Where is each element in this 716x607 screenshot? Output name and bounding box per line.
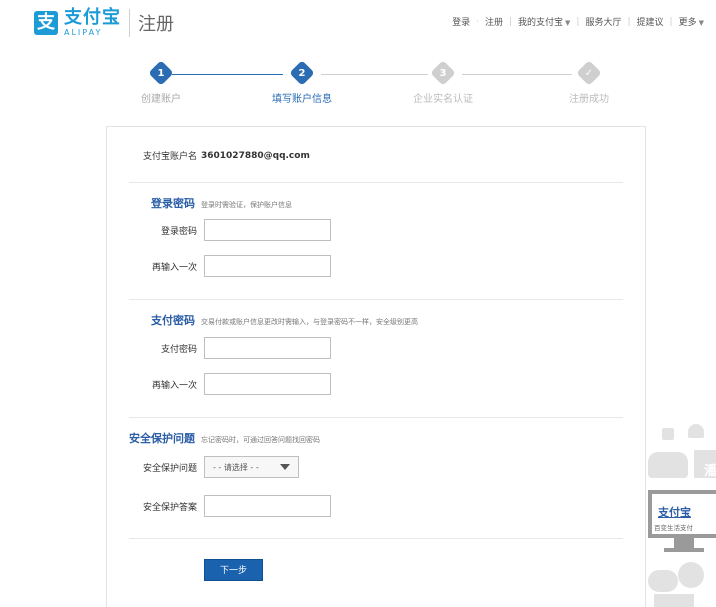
logo-chinese-name: 支付宝 (64, 7, 121, 28)
step-4-label: 注册成功 (569, 94, 609, 105)
nav-my-alipay-label: 我的支付宝 (518, 18, 564, 28)
registration-progress: 1 创建账户 2 填写账户信息 3 企业实名认证 ✓ 注册成功 (0, 60, 716, 114)
ad-slogan: 百变生活支付 (654, 524, 693, 532)
login-password-section-hint: 登录时需验证，保护账户信息 (201, 201, 292, 209)
nav-more-menu[interactable]: 更多 ▼ (673, 15, 710, 28)
section-divider (129, 417, 623, 418)
security-question-selected: - - 请选择 - - (213, 462, 259, 472)
nav-suggestions-link[interactable]: 提建议 (631, 15, 670, 28)
pay-password-section-hint: 交易付款或账户信息更改时需输入，与登录密码不一样，安全级别更高 (201, 318, 418, 326)
step-1-label: 创建账户 (141, 94, 181, 105)
security-answer-label: 安全保护答案 (142, 502, 197, 513)
nav-login-link[interactable]: 登录 (446, 15, 476, 28)
step-3-label: 企业实名认证 (413, 94, 473, 105)
hands-icon (648, 452, 688, 478)
top-navigation: 登录 · 注册 | 我的支付宝 ▼ | 服务大厅 | 提建议 | 更多 ▼ (446, 15, 710, 29)
section-divider (129, 182, 623, 183)
ad-brand: 支付宝 (658, 506, 691, 519)
top-header: 支 支付宝 ALIPAY 注册 登录 · 注册 | 我的支付宝 ▼ | 服务大厅 … (0, 0, 716, 50)
step-2-marker: 2 (289, 60, 315, 86)
check-icon: ✓ (584, 67, 594, 79)
pay-password-section-header: 支付密码 交易付款或账户信息更改时需输入，与登录密码不一样，安全级别更高 (151, 312, 418, 328)
account-name-value: 3601027880@qq.com (201, 150, 310, 161)
building-icon (654, 594, 694, 607)
step-enterprise-verification: 3 企业实名认证 (403, 60, 483, 105)
security-question-label: 安全保护问题 (142, 463, 197, 474)
login-password-label: 登录密码 (160, 226, 197, 237)
pay-password-row: 支付密码 (107, 337, 331, 359)
pay-password-confirm-input[interactable] (204, 373, 331, 395)
security-answer-row: 安全保护答案 (107, 495, 331, 517)
chevron-down-icon: ▼ (698, 19, 704, 27)
next-step-button[interactable]: 下一步 (204, 559, 263, 581)
dropdown-arrow-icon (280, 464, 290, 470)
lock-icon (662, 428, 674, 440)
step-2-number: 2 (298, 67, 306, 79)
ad-glyph: 潘 (704, 464, 716, 479)
step-registration-success: ✓ 注册成功 (549, 60, 629, 105)
nav-my-alipay-menu[interactable]: 我的支付宝 ▼ (512, 15, 576, 28)
logo-divider (129, 8, 130, 37)
pay-password-section-title: 支付密码 (151, 314, 195, 327)
account-name-label: 支付宝账户名 (142, 152, 197, 162)
step-4-marker: ✓ (576, 60, 602, 86)
security-question-select[interactable]: - - 请选择 - - (204, 456, 299, 478)
nav-service-hall-link[interactable]: 服务大厅 (579, 15, 627, 28)
cloud-icon (648, 570, 678, 592)
account-name-row: 支付宝账户名 3601027880@qq.com (107, 149, 310, 163)
security-answer-input[interactable] (204, 495, 331, 517)
heart-icon (688, 424, 704, 438)
pay-password-confirm-row: 再输入一次 (107, 373, 331, 395)
step-1-marker: 1 (148, 60, 174, 86)
alipay-logo[interactable]: 支 支付宝 ALIPAY 注册 (34, 8, 174, 37)
alipay-logo-text: 支付宝 ALIPAY (64, 7, 121, 38)
pay-password-input[interactable] (204, 337, 331, 359)
nav-register-link[interactable]: 注册 (479, 15, 509, 28)
pay-password-confirm-label: 再输入一次 (151, 380, 197, 391)
login-password-section-title: 登录密码 (151, 197, 195, 210)
login-password-confirm-row: 再输入一次 (107, 255, 331, 277)
security-question-section-title: 安全保护问题 (129, 432, 195, 445)
logo-english-name: ALIPAY (64, 28, 103, 37)
lightning-icon (678, 562, 704, 588)
step-create-account: 1 创建账户 (121, 60, 201, 105)
monitor-stand (674, 538, 694, 548)
monitor-base (664, 548, 704, 552)
login-password-input[interactable] (204, 219, 331, 241)
step-3-number: 3 (439, 67, 447, 79)
step-2-label: 填写账户信息 (272, 94, 332, 105)
alipay-logo-icon: 支 (34, 10, 58, 35)
step-3-marker: 3 (430, 60, 456, 86)
chevron-down-icon: ▼ (565, 19, 571, 27)
security-question-row: 安全保护问题 - - 请选择 - - (107, 456, 299, 478)
login-password-confirm-input[interactable] (204, 255, 331, 277)
registration-form-card: 支付宝账户名 3601027880@qq.com 登录密码 登录时需验证，保护账… (106, 126, 646, 607)
page-title: 注册 (138, 13, 174, 35)
login-password-confirm-label: 再输入一次 (151, 262, 197, 273)
login-password-row: 登录密码 (107, 219, 331, 241)
login-password-section-header: 登录密码 登录时需验证，保护账户信息 (151, 195, 292, 211)
step-fill-account-info: 2 填写账户信息 (262, 60, 342, 105)
section-divider (129, 538, 623, 539)
side-advertisement[interactable]: 潘 支付宝 百变生活支付 (648, 420, 716, 607)
section-divider (129, 299, 623, 300)
step-1-number: 1 (157, 67, 165, 79)
security-question-section-header: 安全保护问题 忘记密码时，可通过回答问题找回密码 (129, 430, 320, 446)
pay-password-label: 支付密码 (160, 344, 197, 355)
nav-more-label: 更多 (678, 18, 697, 28)
security-question-section-hint: 忘记密码时，可通过回答问题找回密码 (201, 436, 320, 444)
